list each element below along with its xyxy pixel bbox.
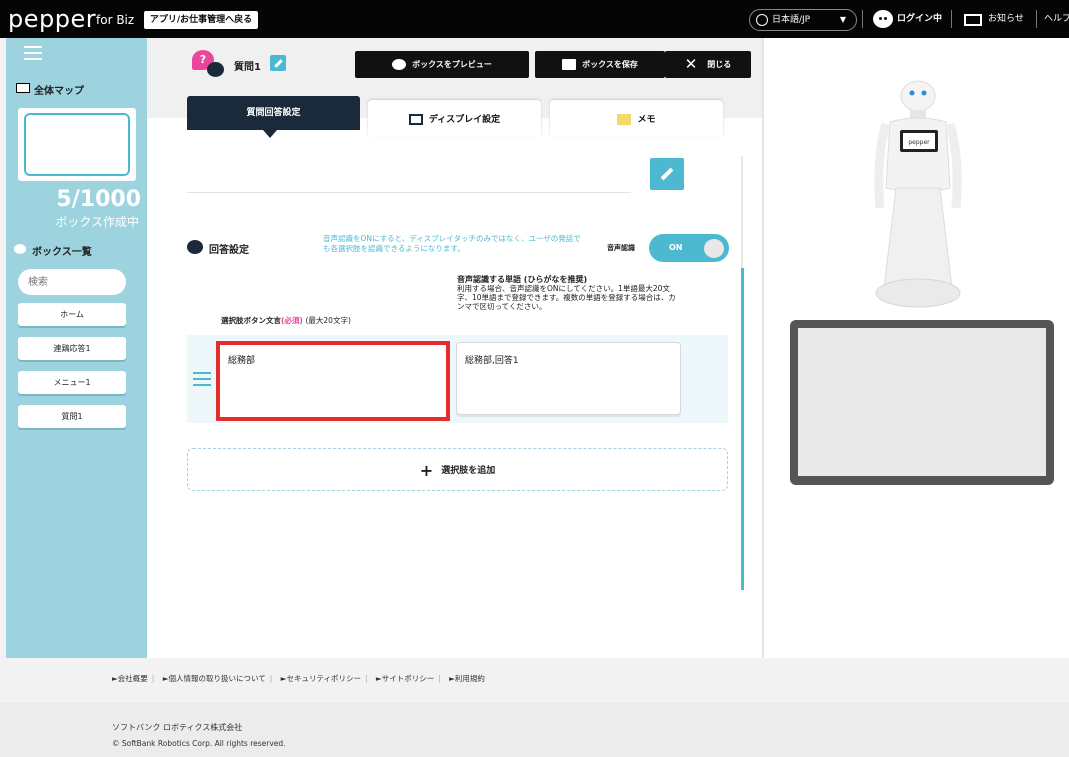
required-mark: (必須) <box>281 316 303 325</box>
footer-link-terms[interactable]: ►利用規約 <box>449 674 485 683</box>
add-choice-button[interactable]: + 選択肢を追加 <box>187 448 728 491</box>
close-button[interactable]: ✕ 閉じる <box>665 51 751 78</box>
choice-column-label: 選択肢ボタン文言(必須) (最大20文字) <box>221 316 351 325</box>
box-list-label: ボックス一覧 <box>32 247 92 258</box>
envelope-icon <box>964 14 982 26</box>
svg-text:pepper: pepper <box>908 139 930 146</box>
company-name: ソフトバンク ロボティクス株式会社 <box>112 723 243 732</box>
sidebar: 全体マップ 5/1000 ボックス作成中 ボックス一覧 ホーム 連鶏応答1 メニ… <box>6 38 147 658</box>
top-bar: pepper for Biz アプリ/お仕事管理へ戻る 日本語/JP ▼ ログイ… <box>0 0 1069 38</box>
tablet-screen-preview <box>798 328 1046 476</box>
edit-title-icon[interactable] <box>270 55 286 71</box>
edit-question-icon[interactable] <box>650 158 684 190</box>
sidebar-item-home[interactable]: ホーム <box>18 303 126 326</box>
divider <box>1036 10 1037 28</box>
plus-icon: + <box>419 461 434 480</box>
speech-words-field[interactable]: 総務部,回答1 <box>456 342 681 415</box>
voice-description: 音声認識をONにすると、ディスプレイタッチのみではなく、ユーザの発話でも各選択肢… <box>323 234 581 253</box>
close-icon: ✕ <box>684 55 698 73</box>
back-to-apps-button[interactable]: アプリ/お仕事管理へ戻る <box>144 11 258 29</box>
answer-settings-label: 回答設定 <box>209 245 249 256</box>
pepper-robot-image: pepper <box>874 80 962 308</box>
footer-link-site-policy[interactable]: ►サイトポリシー <box>376 674 434 683</box>
words-column-description: 利用する場合、音声認識をONにしてください。1単語最大20文字、10単語まで登録… <box>457 284 676 311</box>
menu-icon[interactable] <box>24 46 42 60</box>
dropdown-arrow-icon: ▼ <box>839 15 846 24</box>
footer-link-security[interactable]: ►セキュリティポリシー <box>281 674 361 683</box>
notice-label: お知らせ <box>988 14 1024 24</box>
memo-icon <box>617 114 632 125</box>
overall-map-link[interactable]: 全体マップ <box>16 82 84 97</box>
sidebar-item-question[interactable]: 質問1 <box>18 405 126 428</box>
sidebar-item-response[interactable]: 連鶏応答1 <box>18 337 126 360</box>
sidebar-item-menu[interactable]: メニュー1 <box>18 371 126 394</box>
pepper-logo[interactable]: pepper <box>8 5 96 33</box>
language-select[interactable]: 日本語/JP ▼ <box>749 9 857 31</box>
login-label: ログイン中 <box>897 14 943 24</box>
robot-face-icon <box>14 244 26 254</box>
voice-recognition-label: 音声認識 <box>607 244 635 252</box>
logo-subtitle: for Biz <box>96 13 135 27</box>
divider <box>951 10 952 28</box>
divider <box>862 10 863 28</box>
tab-qa-settings[interactable]: 質問回答設定 <box>187 96 360 138</box>
max-length: (最大20文字) <box>305 316 351 325</box>
toggle-state: ON <box>669 243 683 252</box>
login-status[interactable]: ログイン中 <box>873 10 942 28</box>
box-count: 5/1000 <box>56 187 141 212</box>
tab-display-settings[interactable]: ディスプレイ設定 <box>368 100 541 136</box>
footer-link-privacy[interactable]: ►個人情報の取り扱いについて <box>163 674 266 683</box>
footer-links: ►会社概要 | ►個人情報の取り扱いについて | ►セキュリティポリシー | ►サイト… <box>112 674 485 683</box>
language-value: 日本語/JP <box>772 15 811 25</box>
robot-face-icon <box>392 59 407 70</box>
help-link[interactable]: ヘルプ <box>1044 10 1069 28</box>
robot-face-icon <box>873 10 893 28</box>
chat-icon <box>187 240 203 254</box>
box-count-label: ボックス作成中 <box>55 215 139 229</box>
map-thumbnail[interactable] <box>18 108 136 181</box>
choice-text-field[interactable]: 総務部 <box>216 341 450 421</box>
box-editor: ? 質問1 ボックスをプレビュー ボックスを保存 ✕ 閉じる 質問回答設定 ディス… <box>147 38 762 658</box>
notice-link[interactable]: お知らせ <box>964 10 1024 28</box>
display-icon <box>408 114 423 125</box>
drag-handle-icon[interactable] <box>193 372 211 386</box>
box-list-heading: ボックス一覧 <box>14 243 92 258</box>
scrollbar-thumb[interactable] <box>741 268 744 590</box>
box-title: 質問1 <box>234 62 261 73</box>
toggle-knob[interactable] <box>704 239 724 258</box>
save-icon <box>562 59 577 70</box>
footer-link-company[interactable]: ►会社概要 <box>112 674 148 683</box>
copyright: © SoftBank Robotics Corp. All rights res… <box>112 739 286 748</box>
title-field-line[interactable] <box>187 192 631 193</box>
monitor-icon <box>16 83 30 93</box>
preview-box-button[interactable]: ボックスをプレビュー <box>355 51 529 78</box>
save-box-button[interactable]: ボックスを保存 <box>535 51 665 78</box>
tab-memo[interactable]: メモ <box>550 100 723 136</box>
search-input[interactable] <box>18 269 126 295</box>
globe-icon <box>756 14 768 26</box>
map-label: 全体マップ <box>34 86 84 97</box>
answer-bubble-icon <box>207 62 224 77</box>
